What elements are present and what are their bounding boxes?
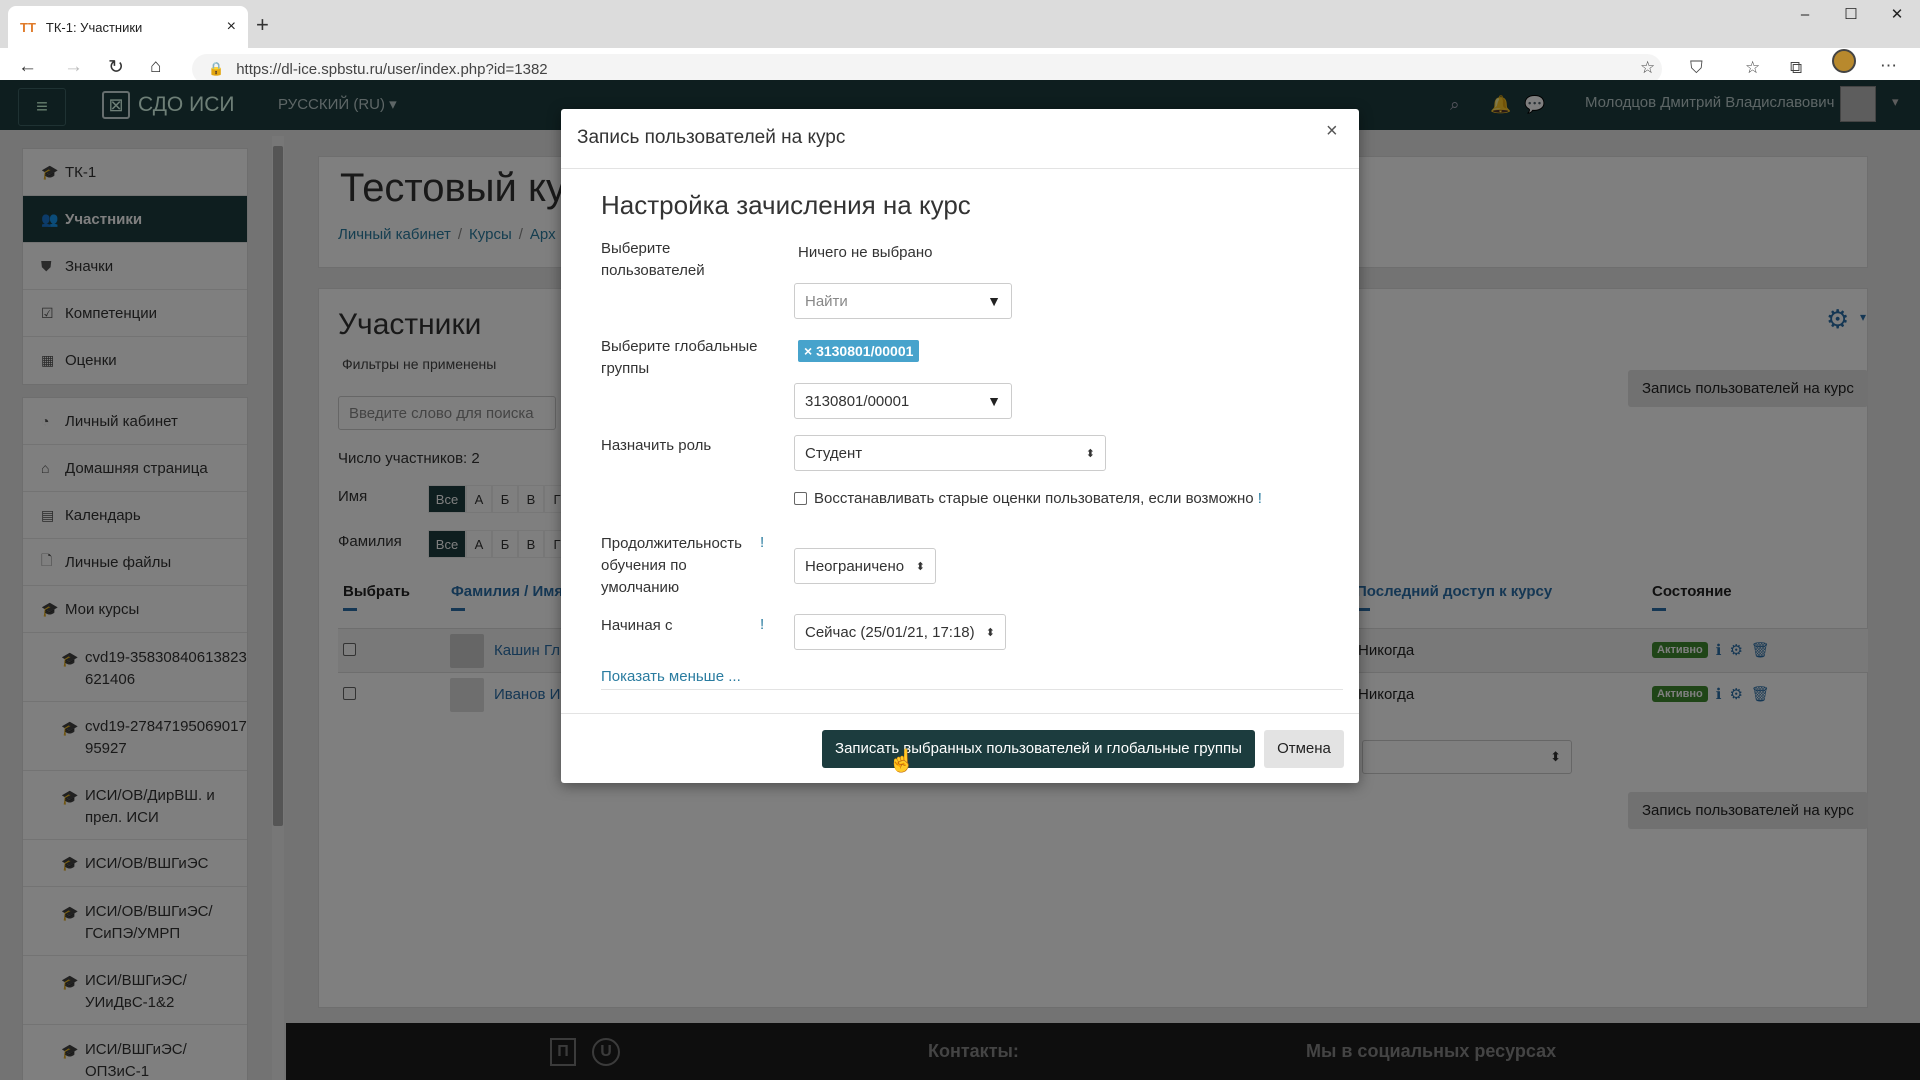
maximize-icon[interactable]: ☐	[1828, 0, 1874, 30]
selected-group-tag[interactable]: × 3130801/00001	[798, 340, 920, 362]
select-global-groups-label: Выберите глобальные группы	[601, 338, 758, 377]
browser-profile-avatar[interactable]	[1832, 49, 1856, 73]
select-updown-icon: ⬍	[1085, 447, 1095, 460]
start-date-select[interactable]: Сейчас (25/01/21, 17:18) ⬍	[794, 614, 1006, 650]
mouse-cursor-icon: ☝	[888, 748, 916, 773]
global-groups-select[interactable]: 3130801/00001 ▼	[794, 383, 1012, 419]
tab-title: ТК-1: Участники	[45, 19, 143, 35]
start-date-help-icon[interactable]: !	[760, 616, 764, 633]
cancel-button[interactable]: Отмена	[1264, 730, 1344, 768]
select-users-label: Выберите пользователей	[601, 240, 705, 279]
select-updown-icon: ⬍	[915, 560, 925, 573]
close-tab-icon[interactable]: ×	[227, 18, 236, 36]
find-users-select[interactable]: Найти ▼	[794, 283, 1012, 319]
assign-role-label: Назначить роль	[601, 437, 712, 454]
home-icon[interactable]: ⌂	[150, 56, 161, 78]
role-value: Студент	[805, 444, 863, 462]
global-groups-value: 3130801/00001	[805, 392, 910, 410]
select-updown-icon: ⬍	[985, 626, 995, 639]
restore-grades-checkbox[interactable]	[794, 492, 807, 505]
find-users-placeholder: Найти	[805, 292, 848, 310]
modal-close-icon[interactable]: ×	[1326, 120, 1338, 143]
site-favicon-icon: TT	[20, 19, 36, 35]
modal-footer-divider	[561, 713, 1359, 714]
url-text: https://dl-ice.spbstu.ru/user/index.php?…	[236, 60, 548, 78]
duration-help-icon[interactable]: !	[760, 534, 764, 551]
lock-icon: 🔒	[208, 61, 225, 76]
window-controls: – ☐ ✕	[1782, 0, 1920, 30]
enrol-selected-button[interactable]: Записать выбранных пользователей и глоба…	[822, 730, 1255, 768]
window-close-icon[interactable]: ✕	[1874, 0, 1920, 30]
forward-icon[interactable]: →	[64, 56, 83, 78]
dropdown-caret-icon: ▼	[987, 393, 1001, 409]
collections-icon[interactable]: ⧉	[1790, 58, 1802, 78]
favorite-star-icon[interactable]: ☆	[1640, 58, 1655, 78]
show-less-link[interactable]: Показать меньше ...	[601, 668, 741, 685]
new-tab-icon[interactable]: +	[256, 12, 269, 38]
modal-title: Запись пользователей на курс	[577, 127, 846, 148]
favorites-icon[interactable]: ☆	[1745, 58, 1760, 78]
selected-users-value: Ничего не выбрано	[798, 244, 933, 261]
help-icon[interactable]: !	[1258, 490, 1262, 507]
duration-value: Неограничено	[805, 557, 905, 575]
dropdown-caret-icon: ▼	[987, 293, 1001, 309]
shield-extension-icon[interactable]: ⛉	[1690, 58, 1703, 78]
browser-tab[interactable]: TT ТК-1: Участники ×	[8, 6, 248, 48]
restore-grades-label: Восстанавливать старые оценки пользовате…	[814, 490, 1262, 507]
reload-icon[interactable]: ↻	[108, 56, 124, 79]
back-icon[interactable]: ←	[18, 56, 37, 78]
duration-label: Продолжительность обучения по умолчанию	[601, 535, 742, 596]
start-date-value: Сейчас (25/01/21, 17:18)	[805, 623, 975, 641]
modal-header-divider	[561, 168, 1359, 169]
duration-select[interactable]: Неограничено ⬍	[794, 548, 936, 584]
more-menu-icon[interactable]: ⋯	[1880, 56, 1897, 76]
assign-role-select[interactable]: Студент ⬍	[794, 435, 1106, 471]
modal-body-divider	[601, 689, 1343, 690]
enrolment-options-heading: Настройка зачисления на курс	[601, 190, 971, 220]
browser-tab-bar	[0, 0, 1920, 48]
minimize-icon[interactable]: –	[1782, 0, 1828, 30]
start-date-label: Начиная с	[601, 617, 673, 634]
